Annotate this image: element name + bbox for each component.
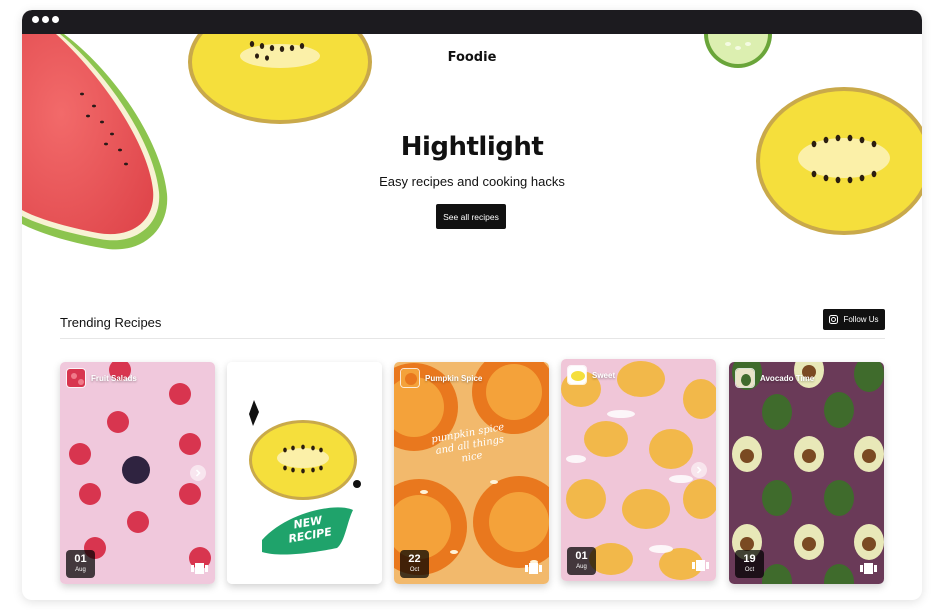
brand-logo[interactable]: Foodie [22, 50, 922, 65]
chevron-right-icon[interactable] [190, 465, 206, 481]
see-all-recipes-button[interactable]: See all recipes [436, 204, 506, 229]
gallery-icon [692, 560, 709, 571]
gallery-icon [191, 563, 208, 574]
card-header: Fruit Salads [66, 368, 137, 388]
recipe-card-sweet[interactable]: Sweet 01 Aug [561, 359, 716, 581]
card-header: Avocado Time [735, 368, 814, 388]
hero-section: Foodie Hightlight Easy recipes and cooki… [22, 34, 922, 314]
date-day: 01 [74, 553, 87, 565]
date-badge: 01 Aug [567, 547, 596, 575]
avatar [735, 368, 755, 388]
date-month: Aug [576, 564, 587, 570]
window-titlebar [22, 10, 922, 34]
date-badge: 01 Aug [66, 550, 95, 578]
window-dot-icon[interactable] [42, 16, 49, 23]
yellow-kiwi-image [188, 34, 372, 124]
date-badge: 22 Oct [400, 550, 429, 578]
card-header: Pumpkin Spice [400, 368, 482, 388]
date-month: Oct [409, 567, 420, 573]
section-divider [60, 338, 885, 339]
window-dot-icon[interactable] [32, 16, 39, 23]
trending-recipes-title: Trending Recipes [60, 315, 162, 330]
card-title: Sweet [592, 370, 616, 380]
gallery-icon [860, 563, 877, 574]
date-month: Aug [75, 567, 86, 573]
date-day: 01 [575, 550, 588, 562]
avatar [66, 368, 86, 388]
date-month: Oct [744, 567, 755, 573]
browser-window: Foodie Hightlight Easy recipes and cooki… [22, 10, 922, 600]
chevron-right-icon[interactable] [691, 462, 707, 478]
hero-title: Hightlight [400, 132, 544, 162]
recipe-card-new-recipe[interactable]: NEW RECIPE [227, 362, 382, 584]
date-day: 22 [408, 553, 421, 565]
card-title: Pumpkin Spice [425, 373, 483, 383]
card-header: Sweet [567, 365, 615, 385]
recipe-card-fruit-salads[interactable]: Fruit Salads 01 Aug [60, 362, 215, 584]
card-title: Avocado Time [760, 373, 815, 383]
window-dot-icon[interactable] [52, 16, 59, 23]
new-recipe-image [227, 362, 382, 584]
follow-us-button[interactable]: Follow Us [823, 309, 885, 330]
avatar [567, 365, 587, 385]
date-day: 19 [743, 553, 756, 565]
recipe-card-avocado-time[interactable]: Avocado Time 19 Oct [729, 362, 884, 584]
gallery-icon [525, 563, 542, 574]
follow-us-label: Follow Us [843, 315, 879, 324]
hero-subtitle: Easy recipes and cooking hacks [379, 174, 565, 189]
recipe-card-pumpkin-spice[interactable]: pumpkin spice and all things nice Pumpki… [394, 362, 549, 584]
yellow-kiwi-image [756, 87, 922, 235]
date-badge: 19 Oct [735, 550, 764, 578]
card-title: Fruit Salads [91, 373, 137, 383]
instagram-icon [829, 315, 839, 324]
avatar [400, 368, 420, 388]
